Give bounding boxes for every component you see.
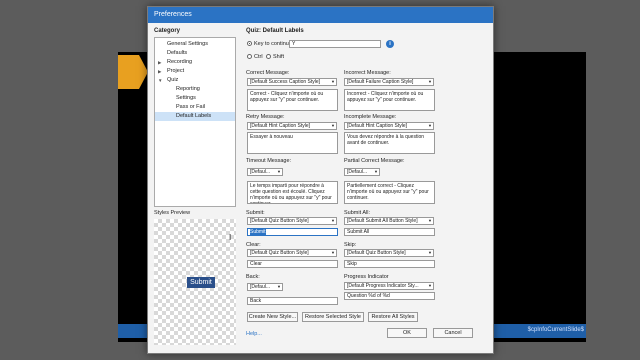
chevron-down-icon: ▼ <box>277 169 281 174</box>
skip-text-field[interactable]: Skip <box>344 260 435 268</box>
tree-item-pass-or-fail[interactable]: Pass or Fail <box>155 103 235 112</box>
collapse-arrow-icon[interactable]: ▼ <box>158 76 162 85</box>
incorrect-style-select[interactable]: [Default Failure Caption Style] ▼ <box>344 78 434 86</box>
correct-message-label: Correct Message: <box>246 70 290 76</box>
preview-submit-button: Submit <box>187 277 215 288</box>
clear-label: Clear: <box>246 242 261 248</box>
chevron-down-icon: ▼ <box>428 123 432 128</box>
key-to-continue-radio[interactable] <box>247 41 252 46</box>
ctrl-radio[interactable] <box>247 54 252 59</box>
tree-item-general-settings[interactable]: General Settings <box>155 40 235 49</box>
info-icon[interactable]: i <box>386 40 394 48</box>
create-new-style-button[interactable]: Create New Style... <box>247 312 298 322</box>
tree-item-defaults[interactable]: Defaults <box>155 49 235 58</box>
retry-message-label: Retry Message: <box>246 114 285 120</box>
tree-item-quiz[interactable]: ▼ Quiz <box>155 76 235 85</box>
expand-arrow-icon[interactable]: ▶ <box>158 67 161 76</box>
back-label: Back: <box>246 274 260 280</box>
shift-label: Shift <box>273 54 285 60</box>
restore-all-styles-button[interactable]: Restore All Styles <box>368 312 418 322</box>
correct-style-select[interactable]: [Default Success Caption Style] ▼ <box>247 78 337 86</box>
preferences-dialog: Preferences Category General Settings De… <box>147 6 494 354</box>
help-link[interactable]: Help... <box>246 331 262 337</box>
timeout-style-select[interactable]: [Defaul... ▼ <box>247 168 283 176</box>
ok-button[interactable]: OK <box>387 328 427 338</box>
chevron-down-icon: ▼ <box>374 169 378 174</box>
incorrect-message-text[interactable]: Incorrect - Cliquez n'importe où ou appu… <box>344 89 435 111</box>
submit-all-label: Submit All: <box>344 210 370 216</box>
tree-item-recording[interactable]: ▶ Recording <box>155 58 235 67</box>
correct-message-text[interactable]: Correct - Cliquez n'importe où ou appuye… <box>247 89 338 111</box>
category-heading: Category <box>154 28 181 34</box>
tree-item-settings[interactable]: Settings <box>155 94 235 103</box>
cancel-button[interactable]: Cancel <box>433 328 473 338</box>
chevron-down-icon: ▼ <box>428 250 432 255</box>
skip-style-select[interactable]: [Default Quiz Button Style] ▼ <box>344 249 434 257</box>
tree-item-project[interactable]: ▶ Project <box>155 67 235 76</box>
shift-radio[interactable] <box>266 54 271 59</box>
partial-message-text[interactable]: Partiellement correct - Cliquez n'import… <box>344 181 435 204</box>
chevron-down-icon: ▼ <box>331 79 335 84</box>
progress-style-select[interactable]: [Default Progress Indicator Sty... ▼ <box>344 282 434 290</box>
styles-preview-heading: Styles Preview <box>154 210 191 216</box>
chevron-down-icon: ▼ <box>331 250 335 255</box>
chevron-down-icon: ▼ <box>277 284 281 289</box>
progress-indicator-label: Progress Indicator <box>344 274 389 280</box>
submit-all-text-field[interactable]: Submit All <box>344 228 435 236</box>
progress-text-field[interactable]: Question %d of %d <box>344 292 435 300</box>
chevron-down-icon: ▼ <box>428 218 432 223</box>
incorrect-message-label: Incorrect Message: <box>344 70 391 76</box>
chevron-down-icon: ▼ <box>428 79 432 84</box>
partial-correct-message-label: Partial Correct Message: <box>344 158 405 164</box>
slide-footer-variable: $cpInfoCurrentSlide$ <box>527 327 584 333</box>
timeout-message-label: Timeout Message: <box>246 158 292 164</box>
submit-text-field[interactable]: Submit <box>247 228 338 236</box>
chevron-down-icon: ▼ <box>428 283 432 288</box>
back-style-select[interactable]: [Defaul... ▼ <box>247 283 283 291</box>
skip-label: Skip: <box>344 242 357 248</box>
retry-style-select[interactable]: [Default Hint Caption Style] ▼ <box>247 122 337 130</box>
submit-all-style-select[interactable]: [Default Submit All Button Style] ▼ <box>344 217 434 225</box>
clear-text-field[interactable]: Clear <box>247 260 338 268</box>
panel-title: Quiz: Default Labels <box>246 28 304 34</box>
key-to-continue-label: Key to continue <box>254 41 292 47</box>
tree-item-reporting[interactable]: Reporting <box>155 85 235 94</box>
expand-arrow-icon[interactable]: ▶ <box>158 58 161 67</box>
chevron-down-icon: ▼ <box>331 218 335 223</box>
submit-style-select[interactable]: [Default Quiz Button Style] ▼ <box>247 217 337 225</box>
partial-style-select[interactable]: [Defaul... ▼ <box>344 168 380 176</box>
incomplete-message-label: Incomplete Message: <box>344 114 397 120</box>
dialog-title: Preferences <box>148 7 493 23</box>
submit-label: Submit: <box>246 210 265 216</box>
timeout-message-text[interactable]: Le temps imparti pour répondre à cette q… <box>247 181 338 204</box>
text-cursor-icon: I <box>229 233 232 242</box>
incomplete-message-text[interactable]: Vous devez répondre à la question avant … <box>344 132 435 154</box>
restore-selected-style-button[interactable]: Restore Selected Style <box>302 312 364 322</box>
key-input[interactable]: Y <box>289 40 381 48</box>
styles-preview: Submit I <box>154 219 236 345</box>
clear-style-select[interactable]: [Default Quiz Button Style] ▼ <box>247 249 337 257</box>
tree-item-default-labels[interactable]: Default Labels <box>155 112 235 121</box>
back-text-field[interactable]: Back <box>247 297 338 305</box>
chevron-down-icon: ▼ <box>331 123 335 128</box>
retry-message-text[interactable]: Essayer à nouveau <box>247 132 338 154</box>
category-tree: General Settings Defaults ▶ Recording ▶ Pr… <box>154 37 236 207</box>
incomplete-style-select[interactable]: [Default Hint Caption Style] ▼ <box>344 122 434 130</box>
ctrl-label: Ctrl <box>254 54 263 60</box>
